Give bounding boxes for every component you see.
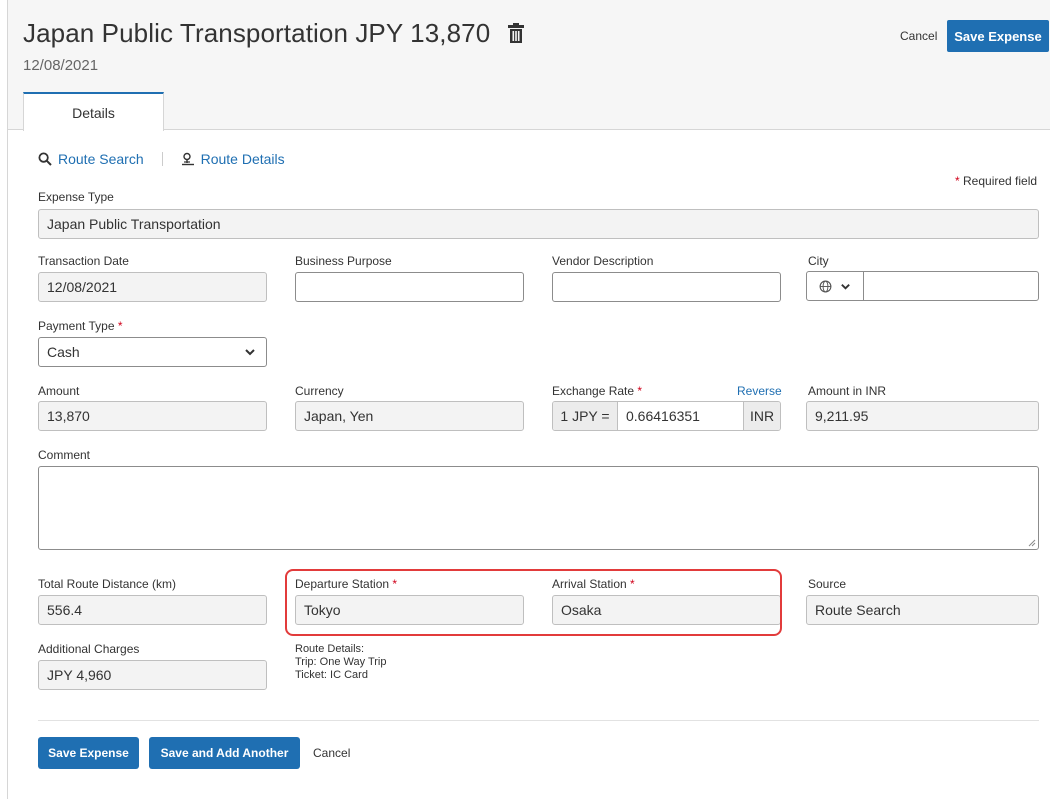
business-purpose-label: Business Purpose [295, 254, 392, 268]
payment-type-label: Payment Type * [38, 319, 123, 333]
trash-icon[interactable] [507, 22, 525, 44]
exchange-rate-input[interactable]: 0.66416351 [618, 402, 743, 430]
expense-date: 12/08/2021 [23, 57, 99, 74]
city-input[interactable] [864, 272, 1038, 300]
exchange-rate-prefix: 1 JPY = [553, 402, 618, 430]
payment-type-select[interactable]: Cash [38, 337, 267, 367]
amount-field[interactable]: 13,870 [38, 401, 267, 431]
expense-type-field[interactable]: Japan Public Transportation [38, 209, 1039, 239]
exchange-rate-label-text: Exchange Rate [552, 384, 635, 398]
comment-label: Comment [38, 448, 91, 462]
expense-form-panel: Japan Public Transportation JPY 13,870 1… [7, 0, 1050, 799]
route-details-ticket: Ticket: IC Card [295, 669, 368, 681]
tab-details[interactable]: Details [23, 92, 164, 131]
link-divider [161, 152, 163, 166]
header-save-expense-button[interactable]: Save Expense [947, 20, 1049, 52]
route-links: Route Search Route Details [38, 151, 285, 167]
save-expense-button[interactable]: Save Expense [38, 737, 139, 769]
source-label: Source [808, 577, 847, 591]
transaction-date-label: Transaction Date [38, 254, 129, 268]
expense-header: Japan Public Transportation JPY 13,870 1… [8, 0, 1050, 131]
route-details-heading: Route Details: [295, 643, 365, 655]
required-star: * [637, 384, 643, 398]
comment-textarea[interactable] [38, 466, 1039, 550]
source-field[interactable]: Route Search [806, 595, 1039, 625]
route-details-trip: Trip: One Way Trip [295, 656, 387, 668]
amount-label: Amount [38, 384, 80, 398]
payment-type-label-text: Payment Type [38, 319, 115, 333]
footer-divider [38, 720, 1039, 721]
required-star: * [117, 319, 123, 333]
stations-highlight-box [285, 569, 782, 636]
city-label: City [808, 254, 829, 268]
transaction-date-field[interactable]: 12/08/2021 [38, 272, 267, 302]
business-purpose-input[interactable] [295, 272, 524, 302]
vendor-description-label: Vendor Description [552, 254, 654, 268]
currency-field[interactable]: Japan, Yen [295, 401, 524, 431]
route-details-icon [181, 152, 194, 166]
resize-handle-icon[interactable] [1028, 539, 1036, 547]
total-route-distance-label: Total Route Distance (km) [38, 577, 177, 591]
amount-in-inr-field[interactable]: 9,211.95 [806, 401, 1039, 431]
reverse-link[interactable]: Reverse [737, 384, 782, 398]
additional-charges-field[interactable]: JPY 4,960 [38, 660, 267, 690]
chevron-down-icon [841, 283, 850, 290]
city-field [806, 271, 1039, 301]
required-field-note: * Required field [955, 174, 1037, 188]
required-note-text: Required field [963, 174, 1038, 188]
total-route-distance-field[interactable]: 556.4 [38, 595, 267, 625]
exchange-rate-label: Exchange Rate * [552, 384, 642, 398]
save-and-add-another-button[interactable]: Save and Add Another [149, 737, 300, 769]
exchange-rate-suffix: INR [743, 402, 780, 430]
route-search-link[interactable]: Route Search [38, 151, 144, 167]
currency-label: Currency [295, 384, 344, 398]
additional-charges-label: Additional Charges [38, 642, 140, 656]
city-location-dropdown[interactable] [807, 272, 864, 300]
route-details-info: Route Details: Trip: One Way Trip Ticket… [295, 643, 386, 682]
route-details-link[interactable]: Route Details [181, 151, 285, 167]
amount-in-inr-label: Amount in INR [808, 384, 887, 398]
search-icon [38, 152, 52, 166]
footer-cancel-button[interactable]: Cancel [313, 746, 350, 760]
vendor-description-input[interactable] [552, 272, 781, 302]
required-star: * [955, 174, 960, 188]
route-search-label: Route Search [58, 151, 144, 167]
globe-icon [819, 280, 832, 292]
route-details-label: Route Details [200, 151, 285, 167]
header-cancel-button[interactable]: Cancel [900, 29, 937, 43]
page-title: Japan Public Transportation JPY 13,870 [23, 18, 491, 48]
exchange-rate-field: 1 JPY = 0.66416351 INR [552, 401, 781, 431]
chevron-down-icon [245, 349, 255, 356]
expense-type-label: Expense Type [38, 190, 114, 204]
payment-type-value: Cash [47, 344, 80, 360]
